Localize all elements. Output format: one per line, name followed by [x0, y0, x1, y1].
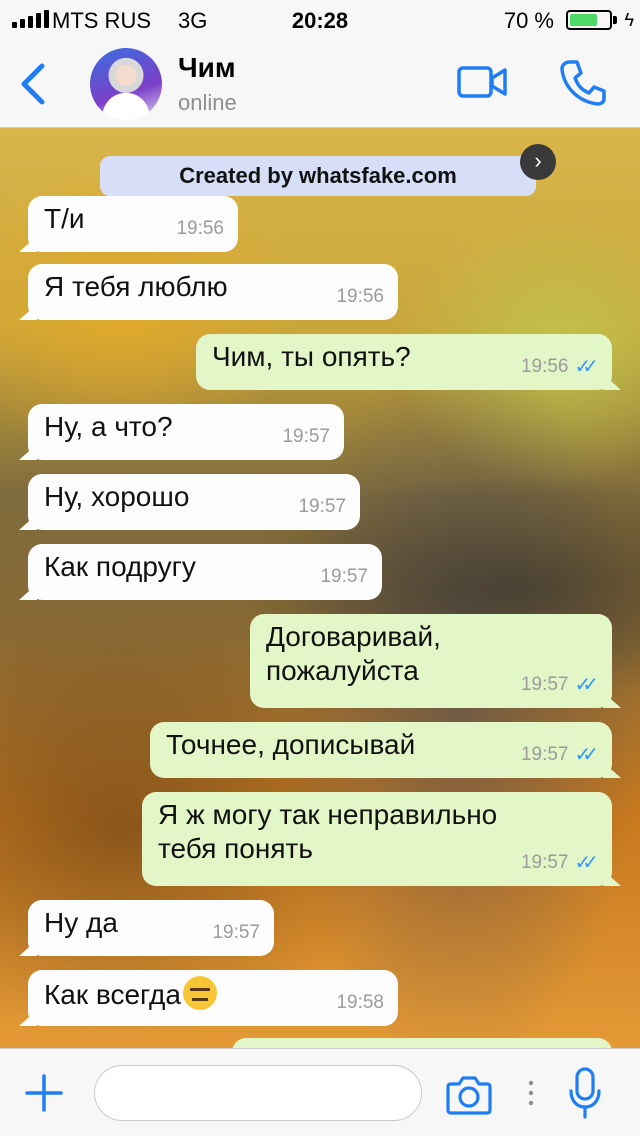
video-camera-icon[interactable]	[456, 62, 508, 102]
message-bubble-outgoing-partial[interactable]	[232, 1038, 612, 1048]
charging-bolt-icon: ϟ	[624, 10, 634, 30]
bubble-tail	[19, 236, 37, 252]
message-text: Как подругу	[44, 551, 196, 582]
message-time: 19:58	[336, 992, 384, 1013]
battery-icon	[566, 10, 612, 30]
message-time: 19:57	[298, 496, 346, 517]
message-bubble-incoming[interactable]: Я тебя люблю 19:56	[19, 264, 398, 320]
phone-icon[interactable]	[558, 58, 608, 108]
chat-wallpaper[interactable]: Created by whatsfake.com › Т/и 19:56 Я т…	[0, 128, 640, 1048]
bubble-tail	[603, 870, 621, 886]
message-meta: 19:57 ✓✓	[520, 738, 599, 772]
message-meta: 19:56 ✓✓	[520, 350, 599, 384]
message-bubble-incoming[interactable]: Как подругу 19:57	[19, 544, 382, 600]
battery-percent: 70 %	[503, 8, 554, 33]
status-bar: MTS RUS 3G 20:28 70 % ϟ	[0, 0, 640, 40]
message-bubble-incoming[interactable]: Как всегда 19:58	[19, 970, 398, 1026]
bubble-tail	[19, 584, 37, 600]
contact-name[interactable]: Чим	[178, 52, 236, 84]
message-text: Я тебя люблю	[44, 271, 228, 302]
microphone-icon[interactable]	[568, 1067, 602, 1119]
message-time: 19:57	[320, 566, 368, 587]
message-input[interactable]	[94, 1065, 422, 1121]
chat-header: Чим online	[0, 40, 640, 128]
message-meta: 19:57	[320, 560, 368, 594]
input-bar	[0, 1048, 640, 1136]
message-meta: 19:56	[336, 280, 384, 314]
bubble-tail	[19, 444, 37, 460]
plus-icon[interactable]	[24, 1073, 64, 1113]
message-text: Как всегда	[44, 976, 382, 1012]
message-bubble-incoming[interactable]: Ну да 19:57	[19, 900, 274, 956]
message-text-line-1: Я ж могу так неправильно	[158, 799, 498, 830]
message-meta: 19:57	[212, 916, 260, 950]
message-time: 19:57	[282, 426, 330, 447]
double-check-icon: ✓✓	[574, 674, 598, 696]
message-bubble-incoming[interactable]: Т/и 19:56	[19, 196, 238, 252]
bubble-tail	[19, 940, 37, 956]
bubble-tail	[603, 374, 621, 390]
message-time: 19:56	[336, 286, 384, 307]
message-meta: 19:57	[282, 420, 330, 454]
message-meta: 19:57 ✓✓	[520, 846, 599, 880]
message-text-line-1: Договаривай,	[266, 621, 441, 652]
contact-status: online	[178, 90, 237, 115]
banner-close-button[interactable]: ›	[520, 144, 556, 180]
message-bubble-incoming[interactable]: Ну, а что? 19:57	[19, 404, 344, 460]
message-bubble-outgoing[interactable]: Чим, ты опять? 19:56 ✓✓	[196, 334, 621, 390]
double-check-icon: ✓✓	[574, 356, 598, 378]
bubble-tail	[19, 304, 37, 320]
double-check-icon: ✓✓	[574, 744, 598, 766]
vertical-dots-icon[interactable]	[528, 1079, 534, 1107]
message-meta: 19:58	[336, 986, 384, 1020]
message-time: 19:56	[176, 218, 224, 239]
bubble-tail	[19, 514, 37, 530]
message-time: 19:57	[212, 922, 260, 943]
expressionless-face-emoji	[182, 976, 217, 1010]
battery-level-fill	[570, 14, 597, 26]
avatar[interactable]	[90, 48, 162, 120]
message-text-content: Как всегда	[44, 979, 181, 1010]
message-bubble-outgoing[interactable]: Договаривай, пожалуйста 19:57 ✓✓	[250, 614, 621, 708]
message-time: 19:57	[520, 852, 569, 873]
message-bubble-outgoing[interactable]: Я ж могу так неправильно тебя понять 19:…	[142, 792, 621, 886]
message-bubble-incoming[interactable]: Ну, хорошо 19:57	[19, 474, 360, 530]
message-bubble-outgoing[interactable]: Точнее, дописывай 19:57 ✓✓	[150, 722, 621, 778]
bubble-tail	[603, 762, 621, 778]
watermark-banner: Created by whatsfake.com	[100, 156, 536, 196]
bubble-tail	[19, 1010, 37, 1026]
chevron-left-icon[interactable]	[14, 60, 50, 108]
message-time: 19:57	[520, 674, 569, 695]
bubble-tail	[603, 692, 621, 708]
message-meta: 19:57	[298, 490, 346, 524]
double-check-icon: ✓✓	[574, 852, 598, 874]
message-meta: 19:56	[176, 212, 224, 246]
message-time: 19:57	[520, 744, 569, 765]
camera-icon[interactable]	[444, 1075, 494, 1115]
message-meta: 19:57 ✓✓	[520, 668, 599, 702]
battery-tip	[613, 16, 617, 24]
message-time: 19:56	[520, 356, 569, 377]
